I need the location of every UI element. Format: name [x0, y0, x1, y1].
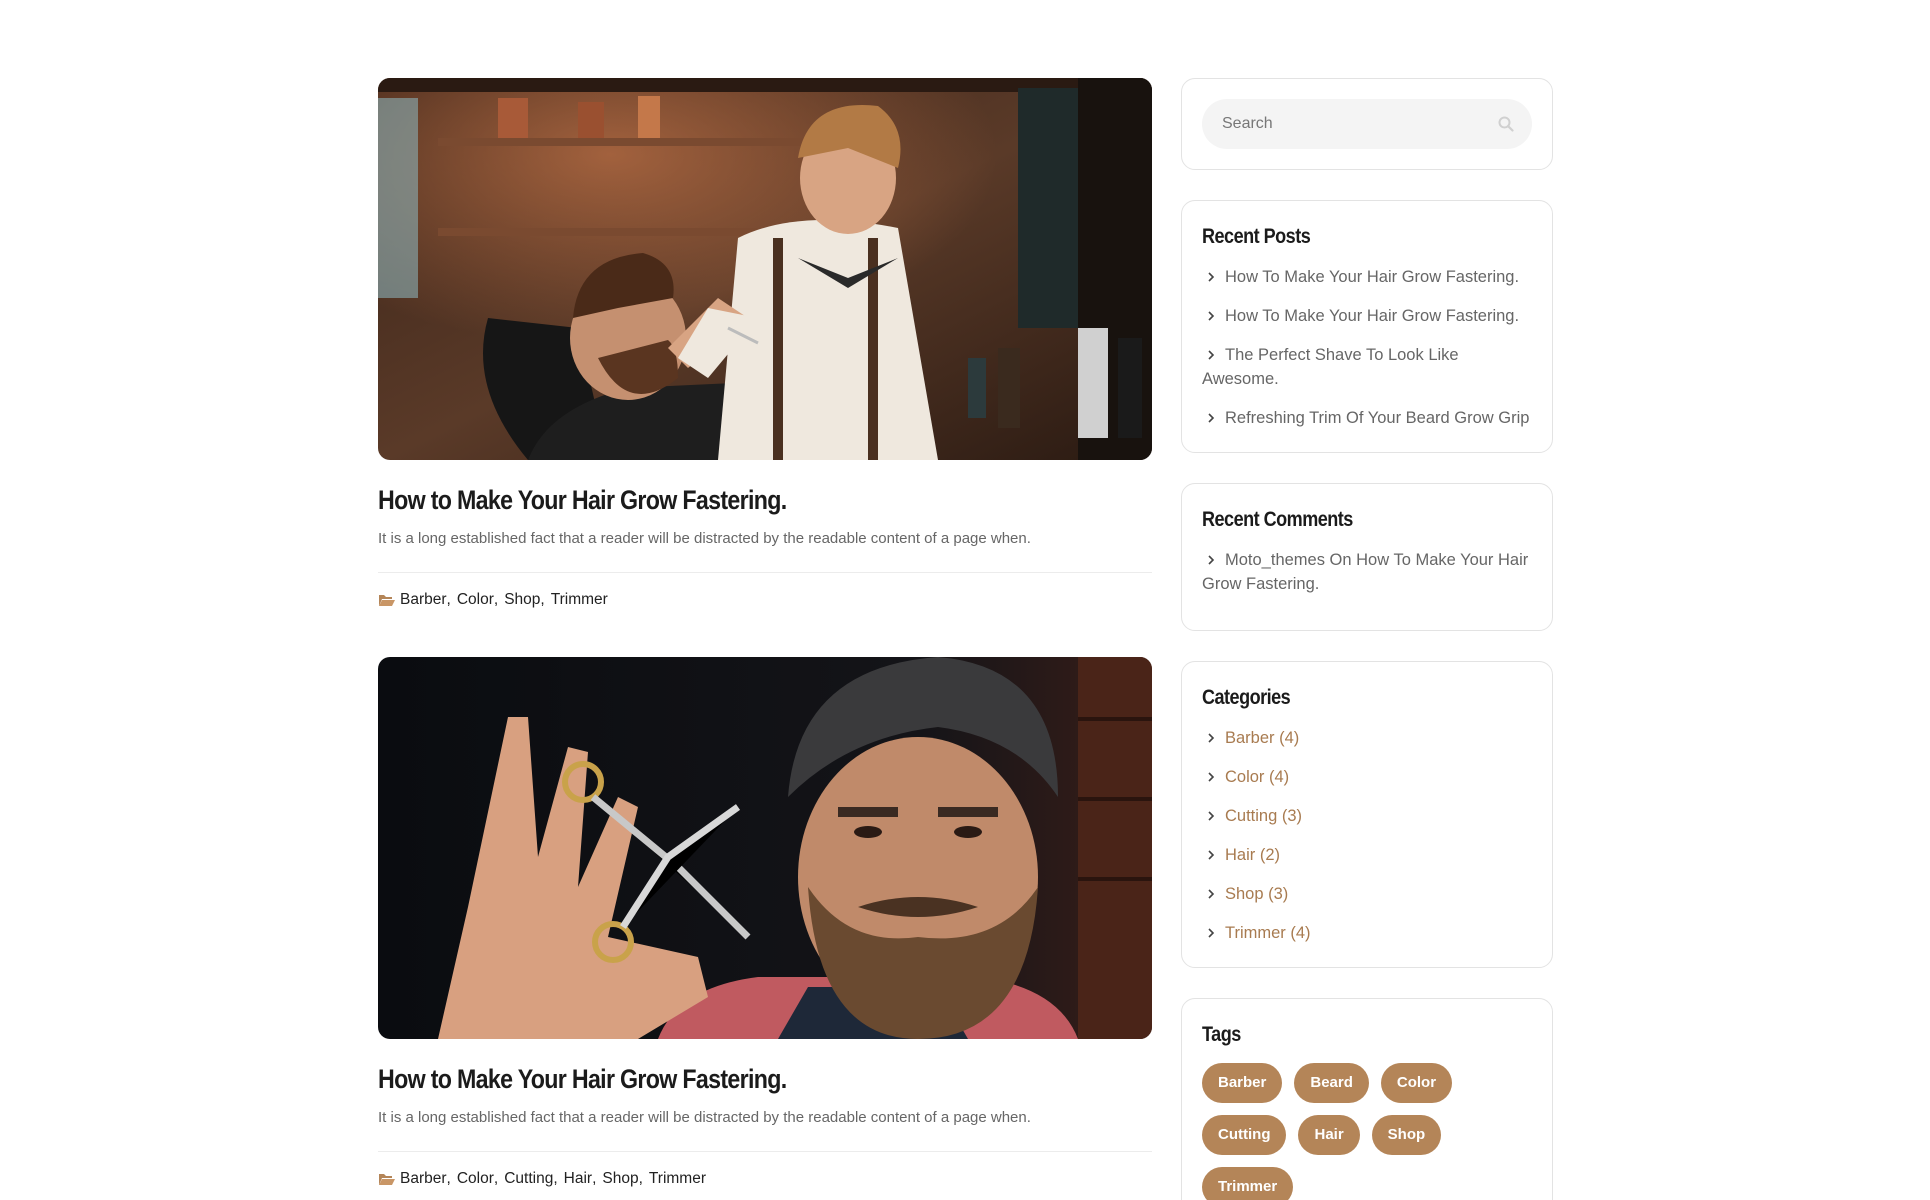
blog-post: How to Make Your Hair Grow Fastering. It… [378, 657, 1152, 1188]
tag-color[interactable]: Color [1380, 1063, 1453, 1103]
chevron-right-icon [1208, 311, 1215, 321]
category-item-cutting[interactable]: Cutting (3) [1202, 804, 1532, 828]
recent-comments-widget: Recent Comments Moto_themes On How To Ma… [1181, 483, 1553, 631]
tag-cutting[interactable]: Cutting [1202, 1115, 1287, 1155]
sidebar: Recent Posts How To Make Your Hair Grow … [1181, 78, 1553, 1200]
blog-post: How to Make Your Hair Grow Fastering. It… [378, 78, 1152, 609]
recent-posts-widget: Recent Posts How To Make Your Hair Grow … [1181, 200, 1553, 453]
widget-title: Recent Posts [1202, 225, 1311, 248]
chevron-right-icon [1208, 850, 1215, 860]
category-link-barber[interactable]: Barber [400, 1170, 447, 1188]
category-item-barber[interactable]: Barber (4) [1202, 726, 1532, 750]
chevron-right-icon [1208, 733, 1215, 743]
tag-hair[interactable]: Hair [1298, 1115, 1360, 1155]
category-link-barber[interactable]: Barber [400, 591, 447, 609]
category-link-cutting[interactable]: Cutting [504, 1170, 553, 1188]
post-title[interactable]: How to Make Your Hair Grow Fastering. [378, 482, 1044, 518]
search-box [1202, 99, 1532, 149]
widget-title: Categories [1202, 686, 1291, 709]
post-categories: Barber, Color, Shop, Trimmer [378, 591, 1152, 609]
category-link-color[interactable]: Color [457, 1170, 494, 1188]
widget-title: Recent Comments [1202, 508, 1353, 531]
category-link-shop[interactable]: Shop [504, 591, 540, 609]
tag-shop[interactable]: Shop [1371, 1115, 1442, 1155]
search-input[interactable] [1202, 99, 1482, 149]
tag-cloud: Barber Beard Color Cutting Hair Shop Tri… [1202, 1063, 1532, 1200]
post-title[interactable]: How to Make Your Hair Grow Fastering. [378, 1061, 1044, 1097]
recent-post-link[interactable]: How To Make Your Hair Grow Fastering. [1202, 265, 1532, 289]
page: How to Make Your Hair Grow Fastering. It… [0, 0, 1930, 1200]
chevron-right-icon [1208, 555, 1215, 565]
search-icon[interactable] [1498, 116, 1514, 132]
chevron-right-icon [1208, 413, 1215, 423]
category-link-color[interactable]: Color [457, 591, 494, 609]
recent-comment-link[interactable]: Moto_themes On How To Make Your Hair Gro… [1202, 548, 1532, 596]
widget-title: Tags [1202, 1023, 1241, 1046]
recent-comments-list: Moto_themes On How To Make Your Hair Gro… [1202, 548, 1532, 596]
tag-barber[interactable]: Barber [1202, 1063, 1283, 1103]
post-image[interactable] [378, 78, 1152, 460]
category-link-trimmer[interactable]: Trimmer [551, 591, 608, 609]
recent-post-link[interactable]: Refreshing Trim Of Your Beard Grow Grip [1202, 406, 1532, 430]
tags-widget: Tags Barber Beard Color Cutting Hair Sho… [1181, 998, 1553, 1200]
search-widget [1181, 78, 1553, 170]
tag-beard[interactable]: Beard [1294, 1063, 1369, 1103]
post-list: How to Make Your Hair Grow Fastering. It… [378, 78, 1152, 1200]
post-excerpt: It is a long established fact that a rea… [378, 1109, 1031, 1126]
categories-list: Barber (4) Color (4) Cutting (3) Hair (2… [1202, 726, 1532, 945]
divider [378, 572, 1152, 573]
folder-open-icon [379, 1174, 395, 1185]
divider [378, 1151, 1152, 1152]
category-item-hair[interactable]: Hair (2) [1202, 843, 1532, 867]
category-link-shop[interactable]: Shop [602, 1170, 638, 1188]
post-categories: Barber, Color, Cutting, Hair, Shop, Trim… [378, 1170, 1152, 1188]
category-link-trimmer[interactable]: Trimmer [649, 1170, 706, 1188]
chevron-right-icon [1208, 272, 1215, 282]
category-item-color[interactable]: Color (4) [1202, 765, 1532, 789]
post-excerpt: It is a long established fact that a rea… [378, 530, 1031, 547]
tag-trimmer[interactable]: Trimmer [1202, 1167, 1294, 1200]
recent-post-link[interactable]: The Perfect Shave To Look Like Awesome. [1202, 343, 1532, 391]
folder-open-icon [379, 595, 395, 606]
recent-post-link[interactable]: How To Make Your Hair Grow Fastering. [1202, 304, 1532, 328]
categories-widget: Categories Barber (4) Color (4) Cutting … [1181, 661, 1553, 968]
chevron-right-icon [1208, 811, 1215, 821]
category-link-hair[interactable]: Hair [564, 1170, 592, 1188]
category-item-trimmer[interactable]: Trimmer (4) [1202, 921, 1532, 945]
chevron-right-icon [1208, 928, 1215, 938]
recent-posts-list: How To Make Your Hair Grow Fastering. Ho… [1202, 265, 1532, 430]
post-image[interactable] [378, 657, 1152, 1039]
chevron-right-icon [1208, 772, 1215, 782]
category-item-shop[interactable]: Shop (3) [1202, 882, 1532, 906]
chevron-right-icon [1208, 350, 1215, 360]
chevron-right-icon [1208, 889, 1215, 899]
